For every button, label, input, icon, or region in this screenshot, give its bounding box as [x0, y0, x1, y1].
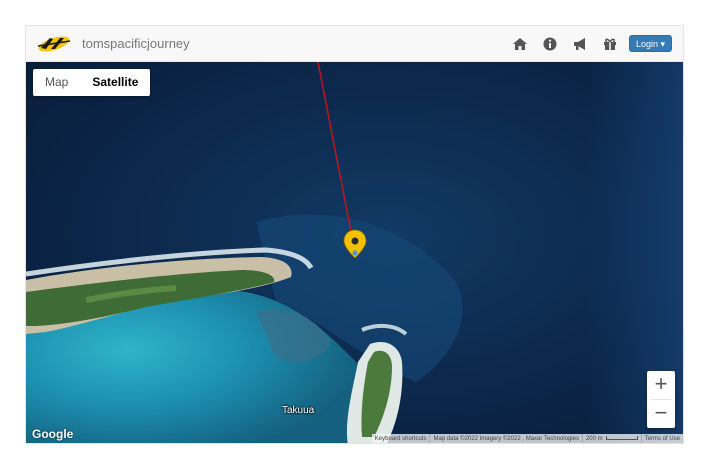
map-data-attribution: Map data ©2022 Imagery ©2022 , Maxar Tec…	[429, 434, 581, 443]
map-attribution: Keyboard shortcuts Map data ©2022 Imager…	[371, 434, 683, 443]
place-label: Takuua	[282, 405, 315, 416]
app-frame: tomspacificjourney Login ▾ Map Satellite…	[25, 25, 684, 444]
top-navbar: tomspacificjourney Login ▾	[26, 26, 683, 62]
megaphone-icon[interactable]	[572, 36, 588, 52]
gift-icon[interactable]	[602, 36, 618, 52]
zoom-in-button[interactable]: +	[647, 371, 675, 399]
keyboard-shortcuts-link[interactable]: Keyboard shortcuts	[372, 434, 430, 443]
map-type-satellite-button[interactable]: Satellite	[80, 69, 150, 96]
zoom-out-button[interactable]: −	[647, 400, 675, 428]
map-type-control: Map Satellite	[33, 69, 151, 96]
map-type-map-button[interactable]: Map	[33, 69, 80, 96]
google-logo[interactable]: Google	[32, 427, 73, 441]
scale-indicator[interactable]: 200 m	[581, 434, 641, 443]
scale-bar	[605, 436, 638, 441]
satellite-map[interactable]: Map Satellite + − Takuua Google Keyboard…	[26, 62, 683, 443]
home-icon[interactable]	[512, 36, 528, 52]
scale-label: 200 m	[585, 436, 603, 442]
login-button[interactable]: Login ▾	[628, 35, 672, 52]
flying-logo-icon[interactable]	[36, 32, 72, 56]
info-icon[interactable]	[542, 36, 558, 52]
zoom-control: + −	[647, 371, 675, 428]
terms-link[interactable]: Terms of Use	[640, 434, 683, 443]
map-imagery	[26, 62, 683, 443]
brand-name[interactable]: tomspacificjourney	[82, 36, 190, 51]
